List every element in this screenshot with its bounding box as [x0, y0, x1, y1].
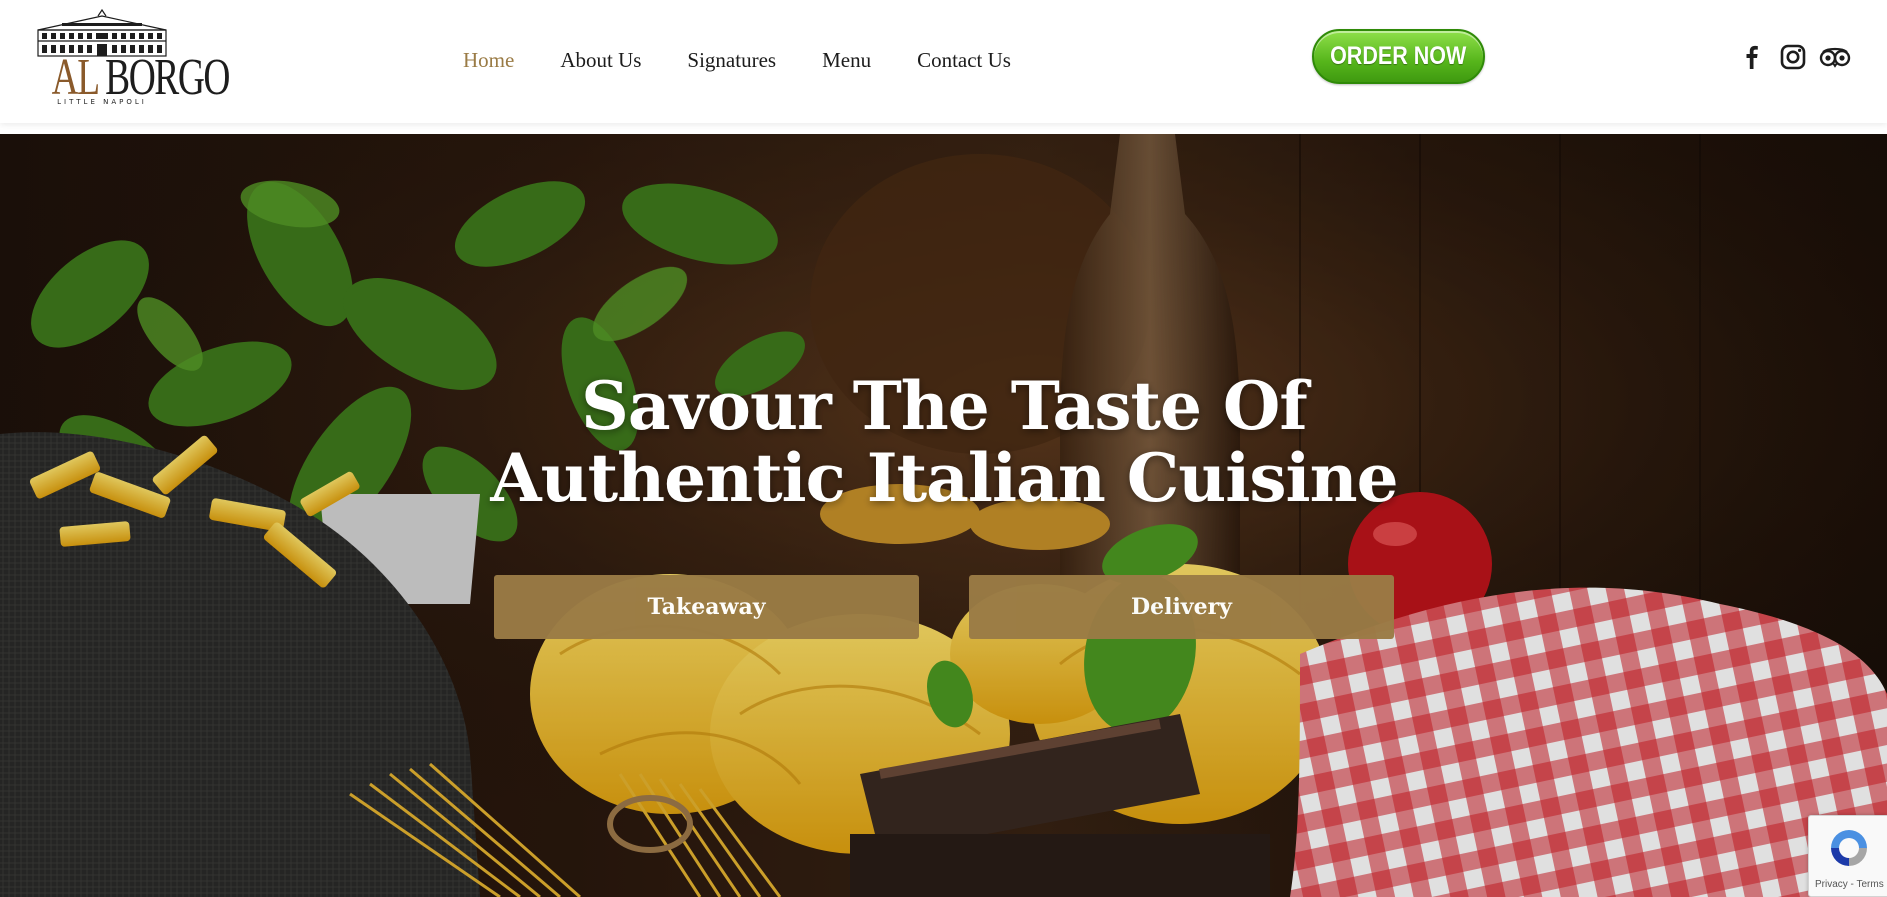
facebook-icon[interactable] [1740, 43, 1768, 71]
main-nav: Home About Us Signatures Menu Contact Us [463, 44, 1011, 76]
site-header: AL BORGO LITTLE NAPOLI Home About Us Sig… [0, 0, 1887, 123]
al-borgo-logo[interactable]: AL BORGO LITTLE NAPOLI [32, 8, 231, 110]
hero-title-line-2: Authentic Italian Cuisine [490, 439, 1398, 517]
nav-menu[interactable]: Menu [822, 44, 871, 76]
nav-signatures[interactable]: Signatures [687, 44, 776, 76]
order-now-label: ORDER NOW [1330, 42, 1467, 70]
recaptcha-links[interactable]: Privacy - Terms [1815, 879, 1884, 890]
instagram-icon[interactable] [1779, 43, 1807, 71]
order-now-button[interactable]: ORDER NOW [1312, 29, 1485, 84]
recaptcha-icon [1831, 830, 1867, 866]
hero-title-line-1: Savour The Taste Of [581, 367, 1308, 445]
logo-tagline: LITTLE NAPOLI [57, 98, 147, 106]
nav-about-us[interactable]: About Us [560, 44, 641, 76]
takeaway-button[interactable]: Takeaway [494, 575, 919, 639]
nav-home[interactable]: Home [463, 44, 514, 76]
nav-contact-us[interactable]: Contact Us [917, 44, 1011, 76]
delivery-button[interactable]: Delivery [969, 575, 1394, 639]
recaptcha-badge[interactable]: Privacy - Terms [1808, 815, 1887, 897]
hero-title: Savour The Taste Of Authentic Italian Cu… [444, 370, 1444, 514]
tripadvisor-icon[interactable] [1818, 43, 1852, 71]
hero-section: Savour The Taste Of Authentic Italian Cu… [0, 134, 1887, 897]
logo-wordmark: AL BORGO [52, 52, 231, 104]
